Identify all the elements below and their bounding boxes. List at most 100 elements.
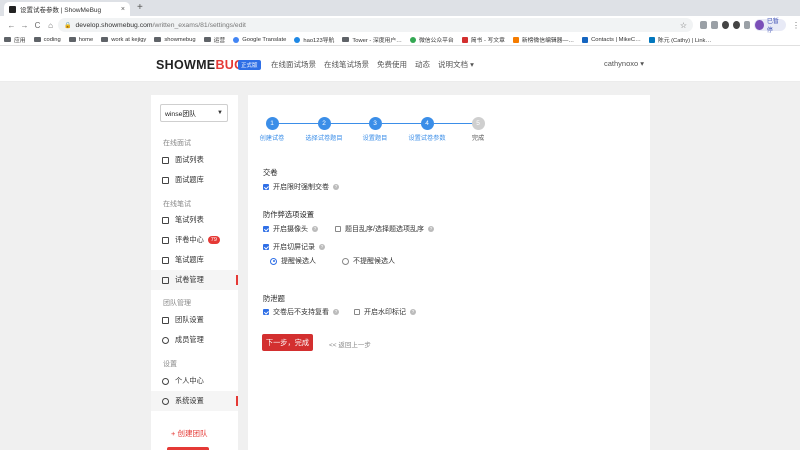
section-title-leak: 防泄题 — [263, 294, 285, 303]
help-icon[interactable]: ? — [410, 309, 416, 315]
sidebar-item-profile[interactable]: 个人中心 — [151, 371, 238, 391]
bookmark-apps[interactable]: 应用 — [4, 35, 26, 44]
nav-docs-dropdown[interactable]: 说明文档 ▾ — [438, 59, 474, 70]
shuffle-checkbox[interactable] — [335, 226, 341, 232]
progress-steps: 1 创建试卷 2 选择试卷题目 3 设置题目 4 设置试卷参数 5 完成 — [248, 117, 650, 147]
sidebar-item-system-settings[interactable]: 系统设置 — [151, 391, 238, 411]
nav-interview-scenario[interactable]: 在线面试场景 — [271, 59, 316, 70]
bookmark-wechat[interactable]: 微信公众平台 — [409, 35, 454, 44]
logo[interactable]: SHOWMEBUG — [156, 58, 244, 72]
sidebar-item-grading-center[interactable]: 评卷中心 79 — [151, 230, 238, 250]
user-menu[interactable]: cathynoxo ▾ — [604, 59, 644, 68]
browser-menu-icon[interactable]: ⋮ — [792, 21, 800, 30]
back-button[interactable]: ← — [5, 21, 18, 30]
watermark-option[interactable]: 开启水印标记 ? — [354, 307, 416, 317]
list-icon — [162, 216, 169, 224]
folder-icon — [68, 37, 76, 42]
nav-free-trial[interactable]: 免费使用 — [377, 59, 407, 70]
bookmark-star-icon[interactable]: ☆ — [680, 21, 687, 30]
sidebar-item-written-list[interactable]: 笔试列表 — [151, 210, 238, 230]
back-previous-link[interactable]: << 返回上一步 — [329, 339, 371, 349]
create-team-button[interactable]: + 创建团队 — [171, 428, 207, 439]
close-tab-icon[interactable]: × — [121, 6, 125, 13]
group-title-settings: 设置 — [163, 361, 177, 368]
force-submit-checkbox[interactable] — [263, 184, 269, 190]
camera-checkbox[interactable] — [263, 226, 269, 232]
nav-written-scenario[interactable]: 在线笔试场景 — [324, 59, 369, 70]
bookmark-tower[interactable]: Tower - 深度用户… — [342, 35, 402, 44]
sidebar-item-interview-list[interactable]: 面试列表 — [151, 150, 238, 170]
lock-icon: 🔒 — [64, 22, 72, 29]
sidebar-item-exam-management[interactable]: 试卷管理 — [151, 270, 238, 290]
bookmark-xinbang[interactable]: 新榜微信编辑器—… — [512, 35, 574, 44]
list-icon — [162, 156, 169, 164]
bookmark-linkedin[interactable]: 陈元 (Cathy) | Link… — [648, 35, 711, 44]
bookmark-hao123[interactable]: hao123导航 — [294, 35, 334, 44]
browser-tab[interactable]: 设置试卷参数 | ShowMeBug × — [4, 2, 130, 16]
bookmark-coding[interactable]: coding — [33, 37, 61, 43]
tab-title: 设置试卷参数 | ShowMeBug — [20, 7, 102, 14]
home-button[interactable]: ⌂ — [44, 21, 57, 30]
folder-icon — [203, 37, 211, 42]
help-icon[interactable]: ? — [333, 184, 339, 190]
active-indicator — [236, 275, 238, 285]
extension-icon[interactable] — [710, 21, 718, 29]
help-icon[interactable]: ? — [312, 226, 318, 232]
url-text: develop.showmebug.com/written_exams/81/s… — [75, 21, 246, 29]
bookmark-work[interactable]: work at kejigy — [101, 37, 146, 43]
next-finish-button[interactable]: 下一步，完成 — [262, 334, 313, 351]
watermark-checkbox[interactable] — [354, 309, 360, 315]
no-remind-candidate-option[interactable]: 不提醒候选人 — [342, 256, 395, 266]
wechat-icon — [409, 36, 416, 43]
profile-button[interactable]: 已暂停 — [754, 19, 787, 34]
hao123-icon — [294, 36, 301, 43]
url-bar[interactable]: 🔒 develop.showmebug.com/written_exams/81… — [58, 18, 693, 32]
chevron-down-icon: ▼ — [217, 110, 223, 116]
avatar — [755, 20, 764, 30]
sidebar-item-interview-bank[interactable]: 面试题库 — [151, 170, 238, 190]
group-title-team: 团队管理 — [163, 300, 191, 307]
remind-candidate-option[interactable]: 提醒候选人 — [270, 256, 316, 266]
bookmark-jianshu[interactable]: 简书 - 写文章 — [461, 35, 505, 44]
remind-radio[interactable] — [270, 257, 277, 265]
shuffle-option[interactable]: 题目乱序/选择题选项乱序 ? — [335, 224, 434, 234]
no-review-option[interactable]: 交卷后不支持复看 ? — [263, 307, 339, 317]
sidebar-item-team-settings[interactable]: 团队设置 — [151, 310, 238, 330]
sidebar-item-members[interactable]: 成员管理 — [151, 330, 238, 350]
forward-button[interactable]: → — [18, 21, 31, 30]
new-tab-button[interactable]: + — [137, 2, 143, 14]
camera-option[interactable]: 开启摄像头 ? — [263, 224, 318, 234]
gear-icon — [162, 316, 169, 324]
extension-icon[interactable] — [721, 21, 729, 29]
help-icon[interactable]: ? — [319, 244, 325, 250]
reload-button[interactable]: C — [31, 21, 44, 30]
active-indicator — [236, 396, 238, 406]
folder-icon — [33, 37, 41, 42]
chat-icon — [162, 236, 169, 244]
bookmark-home[interactable]: home — [68, 37, 93, 43]
extension-icon[interactable] — [743, 21, 751, 29]
bookmark-translate[interactable]: Google Translate — [233, 36, 286, 43]
extension-icon[interactable] — [732, 21, 740, 29]
nav-news[interactable]: 动态 — [415, 59, 430, 70]
no-review-checkbox[interactable] — [263, 309, 269, 315]
no-remind-radio[interactable] — [342, 257, 349, 265]
bookmark-showmebug[interactable]: showmebug — [154, 37, 196, 43]
screen-switch-checkbox[interactable] — [263, 244, 269, 250]
help-icon[interactable]: ? — [427, 226, 434, 232]
help-icon[interactable]: ? — [333, 309, 339, 315]
folder-icon — [101, 37, 109, 42]
favicon-icon — [9, 5, 16, 13]
force-submit-option[interactable]: 开启限时强制交卷 ? — [263, 182, 339, 192]
team-select[interactable]: winse团队 ▼ — [160, 104, 228, 122]
bookmark-ops[interactable]: 运营 — [203, 35, 225, 44]
bookmark-contacts[interactable]: Contacts | MikeC… — [582, 36, 641, 43]
extension-icon[interactable] — [700, 21, 707, 29]
bookmarks-bar: 应用 coding home work at kejigy showmebug … — [0, 34, 800, 46]
step-5: 5 完成 — [448, 117, 508, 142]
sidebar-item-written-bank[interactable]: 笔试题库 — [151, 250, 238, 270]
edit-icon — [162, 276, 169, 284]
profile-status: 已暂停 — [766, 19, 779, 34]
screen-switch-option[interactable]: 开启切屏记录 ? — [263, 242, 325, 252]
site-header: SHOWMEBUG 正式版 在线面试场景 在线笔试场景 免费使用 动态 说明文档… — [0, 46, 800, 82]
